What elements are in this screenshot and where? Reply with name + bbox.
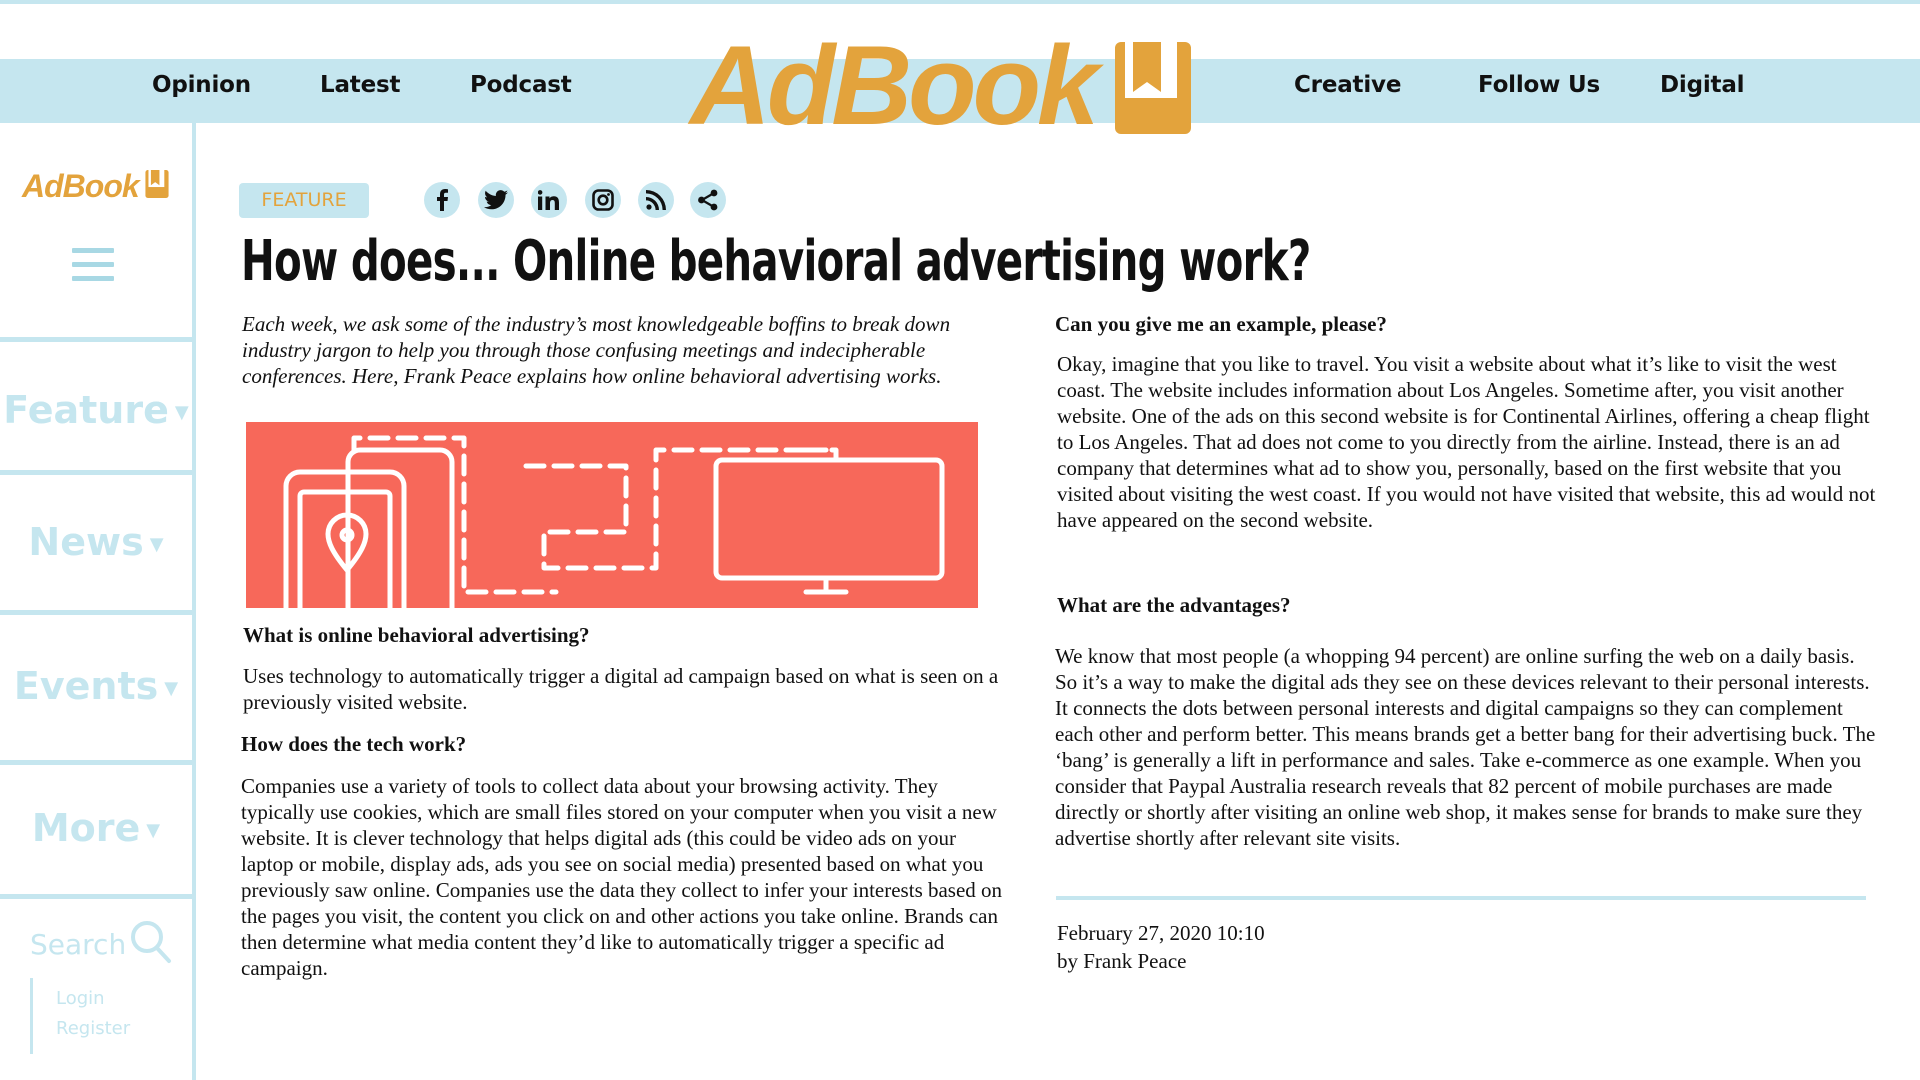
caret-down-icon: ▼ (146, 820, 161, 841)
caret-down-icon: ▼ (164, 678, 179, 699)
sidebar-item-feature[interactable]: Feature ▼ (0, 388, 192, 432)
article-footer-divider (1056, 896, 1866, 900)
section-body: Uses technology to automatically trigger… (243, 664, 999, 714)
facebook-icon[interactable] (424, 182, 460, 218)
nav-podcast[interactable]: Podcast (470, 72, 572, 98)
section-heading: What are the advantages? (1057, 593, 1291, 617)
register-link[interactable]: Register (56, 1018, 130, 1039)
section-heading: How does the tech work? (241, 732, 467, 756)
hero-illustration (246, 422, 978, 608)
sidebar-item-label: More (31, 806, 141, 850)
caret-down-icon: ▼ (174, 402, 189, 423)
share-icon[interactable] (690, 182, 726, 218)
nav-latest[interactable]: Latest (320, 72, 400, 98)
sidebar-divider (0, 337, 193, 342)
section-body: Okay, imagine that you like to travel. Y… (1057, 352, 1876, 532)
top-border (0, 0, 1920, 4)
sidebar-divider (192, 123, 196, 1080)
article-byline: by Frank Peace (1057, 949, 1187, 973)
site-logo[interactable]: AdBook (690, 23, 1192, 148)
sidebar-item-label: News (28, 520, 144, 564)
article-date: February 27, 2020 10:10 (1057, 921, 1265, 945)
section-heading: Can you give me an example, please? (1055, 312, 1387, 336)
linkedin-icon[interactable] (531, 182, 567, 218)
sidebar-search-label[interactable]: Search (30, 928, 126, 961)
section-body: Companies use a variety of tools to coll… (241, 774, 1003, 980)
logo-wordmark: AdBook (690, 23, 1099, 148)
sidebar-item-events[interactable]: Events ▼ (0, 664, 192, 708)
sidebar-logo-wordmark: AdBook (22, 168, 140, 204)
sidebar-item-label: Feature (3, 388, 169, 432)
nav-follow-us[interactable]: Follow Us (1478, 72, 1600, 98)
caret-down-icon: ▼ (149, 534, 164, 555)
nav-creative[interactable]: Creative (1294, 72, 1401, 98)
nav-opinion[interactable]: Opinion (152, 72, 251, 98)
login-link[interactable]: Login (56, 988, 105, 1009)
section-heading: What is online behavioral advertising? (243, 623, 590, 647)
twitter-icon[interactable] (478, 182, 514, 218)
sidebar-divider (0, 610, 193, 615)
auth-divider (30, 978, 33, 1054)
search-icon[interactable] (130, 920, 172, 969)
sidebar-divider (0, 894, 193, 899)
nav-digital[interactable]: Digital (1660, 72, 1745, 98)
sidebar-item-more[interactable]: More ▼ (0, 806, 192, 850)
sidebar-logo[interactable]: AdBook (22, 168, 169, 205)
rss-icon[interactable] (638, 182, 674, 218)
instagram-icon[interactable] (585, 182, 621, 218)
sidebar-item-label: Events (13, 664, 159, 708)
menu-icon[interactable] (72, 248, 114, 290)
book-icon (1115, 42, 1192, 139)
book-icon (145, 170, 169, 203)
sidebar-divider (0, 760, 193, 765)
sidebar-divider (0, 470, 193, 475)
section-body: We know that most people (a whopping 94 … (1055, 644, 1876, 850)
article-intro: Each week, we ask some of the industry’s… (242, 312, 951, 388)
article-title: How does... Online behavioral advertisin… (241, 229, 1311, 294)
sidebar-item-news[interactable]: News ▼ (0, 520, 192, 564)
category-badge[interactable]: FEATURE (239, 183, 369, 218)
